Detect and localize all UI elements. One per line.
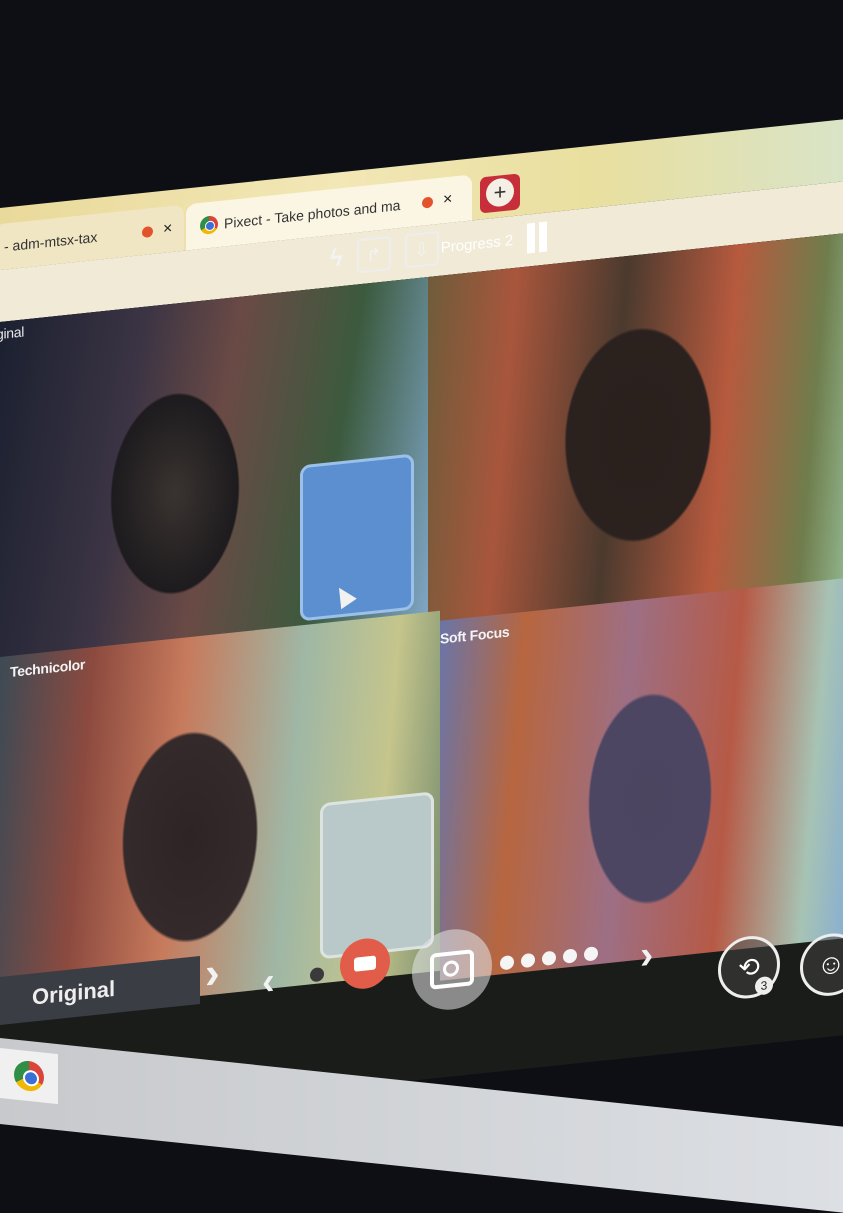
panel-label: ginal bbox=[0, 323, 25, 343]
download-icon[interactable]: ⇩ bbox=[404, 230, 439, 269]
preview-original[interactable]: ginal bbox=[0, 277, 428, 662]
flash-icon[interactable]: ϟ bbox=[330, 244, 343, 273]
progress-text: Progress 2 bbox=[440, 231, 514, 257]
chrome-favicon-icon bbox=[200, 215, 218, 235]
timer-button[interactable]: ⟲ bbox=[718, 933, 780, 1002]
share-icon[interactable]: ↱ bbox=[356, 235, 391, 274]
shutter-button[interactable] bbox=[412, 925, 492, 1014]
video-record-button[interactable] bbox=[340, 936, 390, 992]
plus-icon: + bbox=[486, 176, 514, 208]
new-tab-button[interactable]: + bbox=[480, 173, 520, 214]
preview-filter[interactable] bbox=[428, 233, 843, 628]
close-icon[interactable]: × bbox=[443, 190, 452, 209]
tab-title: Pixect - Take photos and ma bbox=[224, 196, 401, 232]
phone-in-frame bbox=[300, 453, 414, 622]
mode-dots bbox=[310, 966, 324, 983]
chevron-right-icon[interactable]: › bbox=[640, 932, 653, 978]
panel-label: Soft Focus bbox=[440, 623, 510, 647]
tab-title: - adm-mtsx-tax bbox=[4, 228, 98, 255]
recording-dot-icon bbox=[142, 225, 153, 238]
pixect-app: ginal Technicolor Soft Focus ϟ ↱ ⇩ Progr… bbox=[0, 221, 843, 1125]
recording-dot-icon bbox=[422, 195, 433, 209]
chevron-left-icon[interactable]: ‹ bbox=[262, 960, 275, 1004]
pause-icon[interactable] bbox=[527, 221, 548, 254]
screen: - adm-mtsx-tax × Pixect - Take photos an… bbox=[0, 0, 843, 1125]
smile-icon[interactable]: ☺ bbox=[800, 930, 843, 999]
close-icon[interactable]: × bbox=[163, 220, 172, 239]
chevron-right-icon[interactable]: › bbox=[205, 948, 220, 1000]
video-camera-icon bbox=[354, 955, 376, 972]
mode-dots bbox=[500, 946, 598, 971]
camera-icon bbox=[430, 949, 474, 990]
panel-label: Technicolor bbox=[10, 656, 86, 680]
timer-badge: 3 bbox=[755, 975, 773, 996]
chrome-taskbar-icon[interactable] bbox=[0, 1048, 58, 1105]
